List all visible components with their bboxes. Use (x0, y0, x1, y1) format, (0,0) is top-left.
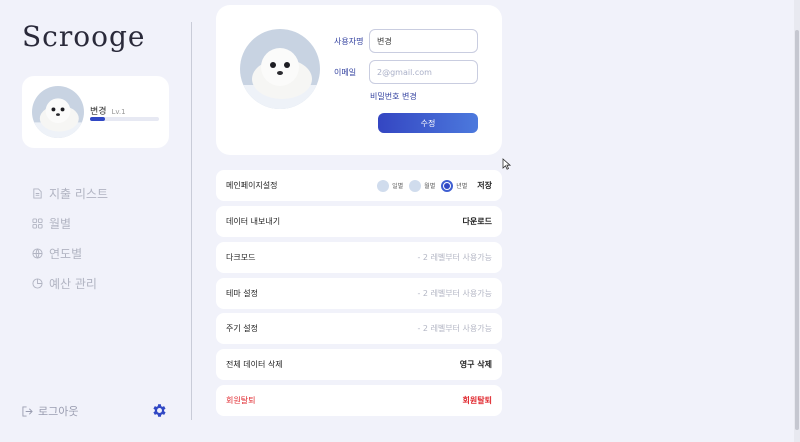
email-field[interactable] (369, 60, 478, 84)
logout-icon (22, 405, 33, 417)
sidebar-item-label: 예산 관리 (49, 276, 97, 291)
sidebar-item-label: 지출 리스트 (49, 186, 109, 201)
export-label: 데이터 내보내기 (226, 217, 281, 226)
withdraw-label: 회원탈퇴 (226, 396, 256, 405)
cycle-label: 주기 설정 (226, 324, 258, 333)
download-button[interactable]: 다운로드 (463, 216, 492, 227)
profile-photo[interactable] (240, 29, 320, 109)
logout-button[interactable]: 로그아웃 (22, 403, 78, 419)
radio-label: 월별 (424, 183, 436, 190)
radio-dot (377, 179, 390, 192)
sidebar-item-expense-list[interactable]: 지출 리스트 (32, 178, 108, 208)
sidebar-item-label: 연도별 (49, 246, 83, 261)
edit-submit-button[interactable]: 수정 (378, 113, 478, 133)
theme-label: 테마 설정 (226, 289, 258, 298)
profile-edit-card: 사용자명 이메일 비밀번호 변경 수정 (216, 5, 502, 155)
document-icon (33, 187, 42, 199)
scrollbar-thumb[interactable] (795, 30, 799, 430)
username-field[interactable] (369, 29, 478, 53)
radio-daily[interactable]: 일별 (377, 179, 404, 192)
mouse-cursor-icon (502, 158, 511, 170)
permanent-delete-button[interactable]: 영구 삭제 (460, 359, 492, 370)
delete-all-row: 전체 데이터 삭제 영구 삭제 (216, 349, 502, 380)
sidebar-item-yearly[interactable]: 연도별 (32, 238, 108, 268)
radio-yearly[interactable]: 년별 (441, 179, 468, 192)
delete-all-label: 전체 데이터 삭제 (226, 360, 283, 369)
level-progress-fill (90, 117, 106, 121)
avatar (32, 86, 84, 138)
radio-monthly[interactable]: 월별 (409, 179, 436, 192)
withdraw-row: 회원탈퇴 회원탈퇴 (216, 385, 502, 416)
dark-mode-label: 다크모드 (226, 253, 256, 262)
profile-name: 변경 (90, 107, 107, 117)
gear-icon[interactable] (151, 402, 168, 419)
main-page-setting-row: 메인페이지설정 일별 월별 년별 저장 (216, 170, 502, 201)
export-row: 데이터 내보내기 다운로드 (216, 206, 502, 237)
sidebar-divider (191, 22, 192, 420)
sidebar-item-budget[interactable]: 예산 관리 (32, 268, 108, 298)
app-logo[interactable]: Scrooge (22, 20, 145, 53)
grid-icon (32, 217, 43, 229)
cycle-hint: - 2 레벨부터 사용가능 (417, 324, 493, 333)
save-button[interactable]: 저장 (477, 180, 492, 191)
profile-level: Lv.1 (111, 108, 126, 116)
sidebar: Scrooge 변경 Lv.1 지출 리스트 월별 연도별 예산 관리 로그아웃 (0, 0, 192, 442)
main-page-setting-label: 메인페이지설정 (226, 181, 278, 190)
globe-icon (32, 247, 43, 259)
withdraw-button[interactable]: 회원탈퇴 (463, 395, 492, 406)
logout-label: 로그아웃 (38, 405, 79, 418)
radio-dot-selected (441, 179, 454, 192)
level-progress-bar (90, 117, 159, 121)
main-page-options: 일별 월별 년별 저장 (371, 179, 492, 192)
pie-chart-icon (32, 277, 43, 289)
sidebar-item-label: 월별 (49, 216, 72, 231)
sidebar-nav: 지출 리스트 월별 연도별 예산 관리 (32, 178, 108, 298)
radio-dot (409, 179, 422, 192)
dark-mode-row: 다크모드 - 2 레벨부터 사용가능 (216, 242, 502, 273)
dark-mode-hint: - 2 레벨부터 사용가능 (417, 253, 493, 262)
theme-hint: - 2 레벨부터 사용가능 (417, 289, 493, 298)
radio-label: 일별 (392, 183, 404, 190)
sidebar-item-monthly[interactable]: 월별 (32, 208, 108, 238)
change-password-link[interactable]: 비밀번호 변경 (370, 91, 417, 102)
username-label: 사용자명 (334, 37, 364, 46)
theme-row: 테마 설정 - 2 레벨부터 사용가능 (216, 278, 502, 309)
radio-label: 년별 (456, 183, 468, 190)
cycle-row: 주기 설정 - 2 레벨부터 사용가능 (216, 313, 502, 344)
profile-card: 변경 Lv.1 (22, 76, 169, 148)
email-label: 이메일 (334, 68, 357, 77)
